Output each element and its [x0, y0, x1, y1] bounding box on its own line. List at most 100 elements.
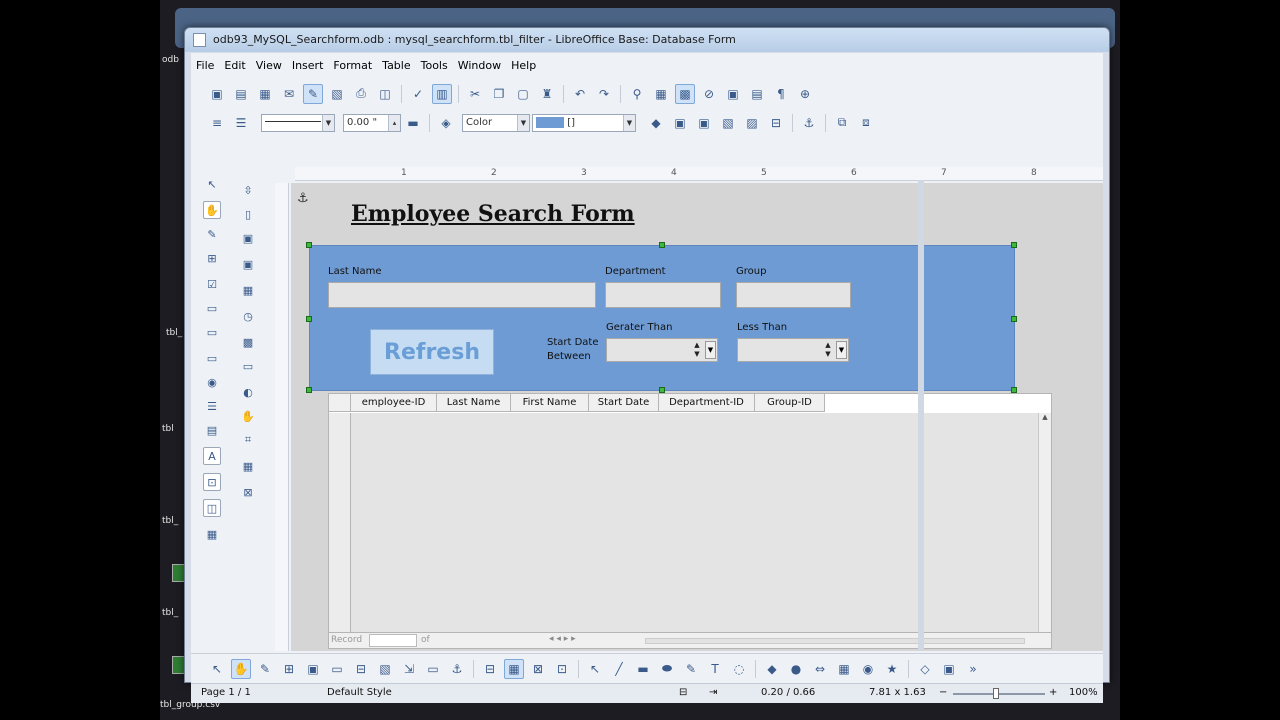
area-style-select[interactable]: Color ▼ [462, 113, 530, 132]
print-preview-icon[interactable]: ◫ [375, 84, 395, 104]
open-in-design-icon[interactable]: ▧ [375, 659, 395, 679]
copy-icon[interactable]: ❐ [489, 84, 509, 104]
callouts-icon[interactable]: ◉ [858, 659, 878, 679]
group-icon[interactable]: ⧉ [832, 113, 852, 133]
align-bottom-icon[interactable]: ⊟ [480, 659, 500, 679]
data-sources-icon[interactable]: ▤ [747, 84, 767, 104]
send-back-icon[interactable]: ▣ [694, 113, 714, 133]
option-button-icon[interactable]: ◉ [203, 373, 221, 391]
print-icon[interactable]: ⎙ [351, 84, 371, 104]
column-header[interactable]: employee-ID [351, 394, 437, 411]
file-selection-icon[interactable]: ▩ [239, 333, 257, 351]
table-icon[interactable]: ▦ [651, 84, 671, 104]
dropdown-arrow-icon[interactable]: ▼ [705, 341, 716, 359]
clone-format-icon[interactable]: ♜ [537, 84, 557, 104]
group-input[interactable] [736, 282, 851, 308]
image-button-icon[interactable]: ▣ [239, 229, 257, 247]
to-background-icon[interactable]: ▨ [742, 113, 762, 133]
column-header[interactable]: Department-ID [659, 394, 755, 411]
time-field-icon[interactable]: ◷ [239, 307, 257, 325]
area-fill-icon[interactable]: ◈ [436, 113, 456, 133]
line-style-select[interactable]: ▼ [261, 113, 335, 132]
title-bar[interactable]: odb93_MySQL_Searchform.odb : mysql_searc… [185, 28, 1109, 52]
open-folder-icon[interactable]: ▤ [231, 84, 251, 104]
line-width-input[interactable]: 0.00 " ▴ [343, 113, 401, 132]
selection-mode-icon[interactable]: ⊟ [679, 687, 687, 698]
navigator-icon[interactable]: ⊘ [699, 84, 719, 104]
anchor-bottom-icon[interactable]: ⚓ [447, 659, 467, 679]
page-style[interactable]: Default Style [327, 687, 392, 698]
symbol-shapes-icon[interactable]: ● [786, 659, 806, 679]
zoom-slider-knob[interactable] [993, 688, 999, 699]
line-tool-icon[interactable]: ╱ [609, 659, 629, 679]
gallery-icon[interactable]: ▣ [723, 84, 743, 104]
pattern-field-icon[interactable]: ✋ [239, 407, 257, 425]
save-icon[interactable]: ▦ [255, 84, 275, 104]
zoom-out-icon[interactable]: − [939, 687, 947, 698]
scrollbar-icon[interactable]: ▯ [239, 205, 257, 223]
autospell-icon[interactable]: ▥ [432, 83, 452, 104]
results-table-control[interactable]: employee-ID Last Name First Name Start D… [328, 393, 1052, 649]
rectangle-tool-icon[interactable]: ▬ [633, 659, 653, 679]
form-properties-icon[interactable]: ⊞ [203, 249, 221, 267]
record-nav-arrows-icon[interactable]: ◂ ◂ ▸ ▸ [549, 634, 576, 644]
guides-icon[interactable]: ⊠ [528, 659, 548, 679]
flowchart-icon[interactable]: ▦ [834, 659, 854, 679]
column-header[interactable]: Group-ID [755, 394, 825, 411]
grid-vertical-scrollbar[interactable]: ▲ [1038, 413, 1051, 633]
new-document-icon[interactable]: ▣ [207, 84, 227, 104]
form-navigator-icon[interactable]: ◫ [203, 499, 221, 517]
spin-updown-icon[interactable]: ▲ ▼ [822, 341, 834, 359]
more-tools-icon[interactable]: » [963, 659, 983, 679]
document-canvas[interactable]: ⚓ Employee Search Form Last Name Departm… [291, 183, 1103, 651]
redo-icon[interactable]: ↷ [594, 84, 614, 104]
grid-snap-icon[interactable]: ▦ [504, 658, 524, 679]
form-navigator-bottom-icon[interactable]: ▣ [303, 659, 323, 679]
menu-format[interactable]: Format [328, 55, 377, 77]
wrap-icon[interactable]: ≡ [207, 113, 227, 133]
checkbox-icon[interactable]: ☑ [203, 275, 221, 293]
fontwork-icon[interactable]: ▣ [939, 659, 959, 679]
column-header[interactable]: Start Date [589, 394, 659, 411]
navigation-bar-icon[interactable]: ⊠ [239, 483, 257, 501]
wizard-icon[interactable]: ✎ [255, 659, 275, 679]
department-input[interactable] [605, 282, 721, 308]
spin-updown-icon[interactable]: ▲ ▼ [691, 341, 703, 359]
control-properties-icon[interactable]: ✎ [203, 225, 221, 243]
menu-edit[interactable]: Edit [219, 55, 250, 77]
help-icon[interactable]: ⊕ [795, 84, 815, 104]
paste-icon[interactable]: ▢ [513, 84, 533, 104]
start-date-from-field[interactable]: ▲ ▼ ▼ [606, 338, 718, 362]
stars-icon[interactable]: ★ [882, 659, 902, 679]
list-box-icon[interactable]: ☰ [203, 397, 221, 415]
refresh-button[interactable]: Refresh [370, 329, 494, 375]
undo-icon[interactable]: ↶ [570, 84, 590, 104]
date-field-icon[interactable]: ▦ [239, 281, 257, 299]
focus-icon[interactable]: ⇲ [399, 659, 419, 679]
spin-button-icon[interactable]: ⇳ [239, 181, 257, 199]
anchor-icon[interactable]: ⚓ [799, 113, 819, 133]
record-number-input[interactable] [369, 634, 417, 647]
hyperlink-icon[interactable]: ⚲ [627, 84, 647, 104]
zoom-slider[interactable] [953, 693, 1045, 695]
basic-shapes-icon[interactable]: ◆ [762, 659, 782, 679]
tab-order-icon[interactable]: ▭ [327, 659, 347, 679]
vertical-ruler[interactable] [275, 183, 289, 651]
fill-color-select[interactable]: [] ▼ [532, 113, 636, 132]
menu-help[interactable]: Help [506, 55, 541, 77]
design-mode-toggle-icon[interactable]: ✋ [231, 658, 251, 679]
menu-insert[interactable]: Insert [287, 55, 329, 77]
menu-window[interactable]: Window [453, 55, 506, 77]
formatted-field-icon[interactable]: ▭ [203, 323, 221, 341]
column-header[interactable]: First Name [511, 394, 589, 411]
export-pdf-icon[interactable]: ▧ [327, 84, 347, 104]
text-tool-icon[interactable]: T [705, 659, 725, 679]
menu-table[interactable]: Table [377, 55, 415, 77]
show-draw-functions-icon[interactable]: ▩ [675, 83, 695, 104]
points-icon[interactable]: ◇ [915, 659, 935, 679]
table-control-icon[interactable]: ▦ [239, 457, 257, 475]
selection-handle[interactable] [659, 242, 665, 248]
email-icon[interactable]: ✉ [279, 84, 299, 104]
grid-horizontal-scrollbar[interactable] [645, 638, 1025, 644]
start-date-to-field[interactable]: ▲ ▼ ▼ [737, 338, 849, 362]
